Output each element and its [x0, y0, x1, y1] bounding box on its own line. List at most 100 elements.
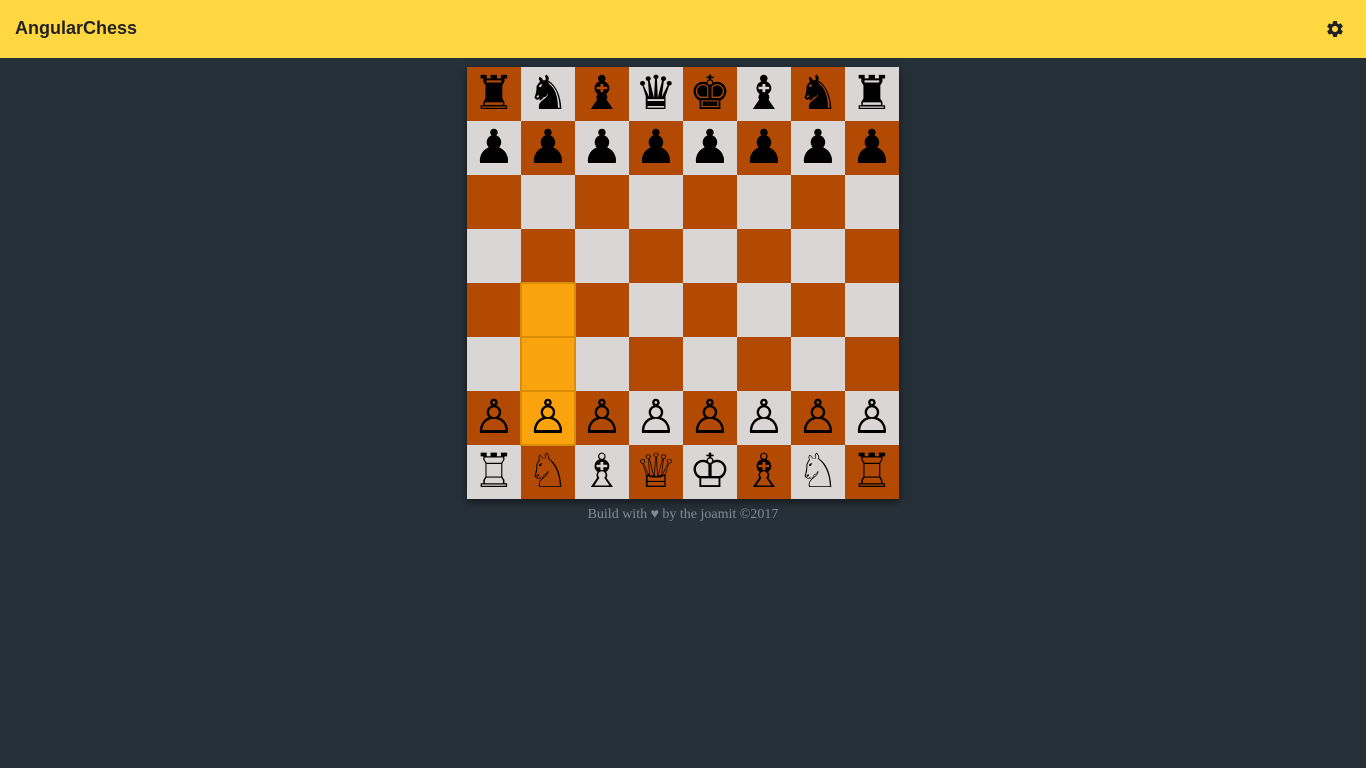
square-h3[interactable]: [845, 337, 899, 391]
square-c3[interactable]: [575, 337, 629, 391]
square-g1[interactable]: ♘: [791, 445, 845, 499]
square-d5[interactable]: [629, 229, 683, 283]
white-king-icon[interactable]: ♔: [689, 445, 731, 499]
square-g6[interactable]: [791, 175, 845, 229]
square-e2[interactable]: ♙: [683, 391, 737, 445]
white-knight-icon[interactable]: ♘: [797, 445, 839, 499]
square-e3[interactable]: [683, 337, 737, 391]
black-bishop-icon[interactable]: ♝: [743, 67, 785, 121]
square-d1[interactable]: ♕: [629, 445, 683, 499]
gear-icon: [1327, 21, 1343, 37]
square-f3[interactable]: [737, 337, 791, 391]
black-queen-icon[interactable]: ♛: [635, 67, 677, 121]
square-d7[interactable]: ♟: [629, 121, 683, 175]
square-h4[interactable]: [845, 283, 899, 337]
white-rook-icon[interactable]: ♖: [851, 445, 893, 499]
square-a2[interactable]: ♙: [467, 391, 521, 445]
square-b2[interactable]: ♙: [521, 391, 575, 445]
square-f6[interactable]: [737, 175, 791, 229]
white-pawn-icon[interactable]: ♙: [797, 391, 839, 445]
white-knight-icon[interactable]: ♘: [527, 445, 569, 499]
square-b1[interactable]: ♘: [521, 445, 575, 499]
white-queen-icon[interactable]: ♕: [635, 445, 677, 499]
app-title: AngularChess: [15, 17, 138, 38]
white-pawn-icon[interactable]: ♙: [473, 391, 515, 445]
square-c7[interactable]: ♟: [575, 121, 629, 175]
square-a1[interactable]: ♖: [467, 445, 521, 499]
square-b6[interactable]: [521, 175, 575, 229]
square-d4[interactable]: [629, 283, 683, 337]
square-b7[interactable]: ♟: [521, 121, 575, 175]
white-pawn-icon[interactable]: ♙: [851, 391, 893, 445]
square-h7[interactable]: ♟: [845, 121, 899, 175]
square-a5[interactable]: [467, 229, 521, 283]
black-pawn-icon[interactable]: ♟: [473, 121, 515, 175]
square-g5[interactable]: [791, 229, 845, 283]
square-e1[interactable]: ♔: [683, 445, 737, 499]
square-d2[interactable]: ♙: [629, 391, 683, 445]
square-g8[interactable]: ♞: [791, 67, 845, 121]
square-b4[interactable]: [521, 283, 575, 337]
square-a3[interactable]: [467, 337, 521, 391]
square-h5[interactable]: [845, 229, 899, 283]
square-f5[interactable]: [737, 229, 791, 283]
black-rook-icon[interactable]: ♜: [473, 67, 515, 121]
square-f7[interactable]: ♟: [737, 121, 791, 175]
black-pawn-icon[interactable]: ♟: [581, 121, 623, 175]
black-bishop-icon[interactable]: ♝: [581, 67, 623, 121]
white-pawn-icon[interactable]: ♙: [635, 391, 677, 445]
square-d8[interactable]: ♛: [629, 67, 683, 121]
footer-credit: Build with ♥ by the joamit ©2017: [587, 507, 779, 522]
black-pawn-icon[interactable]: ♟: [743, 121, 785, 175]
square-b8[interactable]: ♞: [521, 67, 575, 121]
white-pawn-icon[interactable]: ♙: [581, 391, 623, 445]
square-c4[interactable]: [575, 283, 629, 337]
black-pawn-icon[interactable]: ♟: [635, 121, 677, 175]
square-f8[interactable]: ♝: [737, 67, 791, 121]
square-h2[interactable]: ♙: [845, 391, 899, 445]
white-rook-icon[interactable]: ♖: [473, 445, 515, 499]
white-bishop-icon[interactable]: ♗: [743, 445, 785, 499]
black-pawn-icon[interactable]: ♟: [527, 121, 569, 175]
black-knight-icon[interactable]: ♞: [527, 67, 569, 121]
square-a4[interactable]: [467, 283, 521, 337]
square-g7[interactable]: ♟: [791, 121, 845, 175]
square-a8[interactable]: ♜: [467, 67, 521, 121]
square-a6[interactable]: [467, 175, 521, 229]
settings-button[interactable]: [1324, 18, 1346, 40]
square-e4[interactable]: [683, 283, 737, 337]
square-a7[interactable]: ♟: [467, 121, 521, 175]
black-knight-icon[interactable]: ♞: [797, 67, 839, 121]
black-pawn-icon[interactable]: ♟: [851, 121, 893, 175]
white-pawn-icon[interactable]: ♙: [527, 391, 569, 445]
black-rook-icon[interactable]: ♜: [851, 67, 893, 121]
square-g4[interactable]: [791, 283, 845, 337]
square-d6[interactable]: [629, 175, 683, 229]
square-b5[interactable]: [521, 229, 575, 283]
square-c8[interactable]: ♝: [575, 67, 629, 121]
square-g2[interactable]: ♙: [791, 391, 845, 445]
white-pawn-icon[interactable]: ♙: [743, 391, 785, 445]
square-f2[interactable]: ♙: [737, 391, 791, 445]
square-e8[interactable]: ♚: [683, 67, 737, 121]
square-f4[interactable]: [737, 283, 791, 337]
square-e6[interactable]: [683, 175, 737, 229]
white-pawn-icon[interactable]: ♙: [689, 391, 731, 445]
square-h8[interactable]: ♜: [845, 67, 899, 121]
square-c1[interactable]: ♗: [575, 445, 629, 499]
square-e7[interactable]: ♟: [683, 121, 737, 175]
black-king-icon[interactable]: ♚: [689, 67, 731, 121]
black-pawn-icon[interactable]: ♟: [689, 121, 731, 175]
square-c5[interactable]: [575, 229, 629, 283]
square-e5[interactable]: [683, 229, 737, 283]
square-c2[interactable]: ♙: [575, 391, 629, 445]
white-bishop-icon[interactable]: ♗: [581, 445, 623, 499]
square-f1[interactable]: ♗: [737, 445, 791, 499]
black-pawn-icon[interactable]: ♟: [797, 121, 839, 175]
square-b3[interactable]: [521, 337, 575, 391]
square-h6[interactable]: [845, 175, 899, 229]
square-d3[interactable]: [629, 337, 683, 391]
square-c6[interactable]: [575, 175, 629, 229]
square-h1[interactable]: ♖: [845, 445, 899, 499]
square-g3[interactable]: [791, 337, 845, 391]
